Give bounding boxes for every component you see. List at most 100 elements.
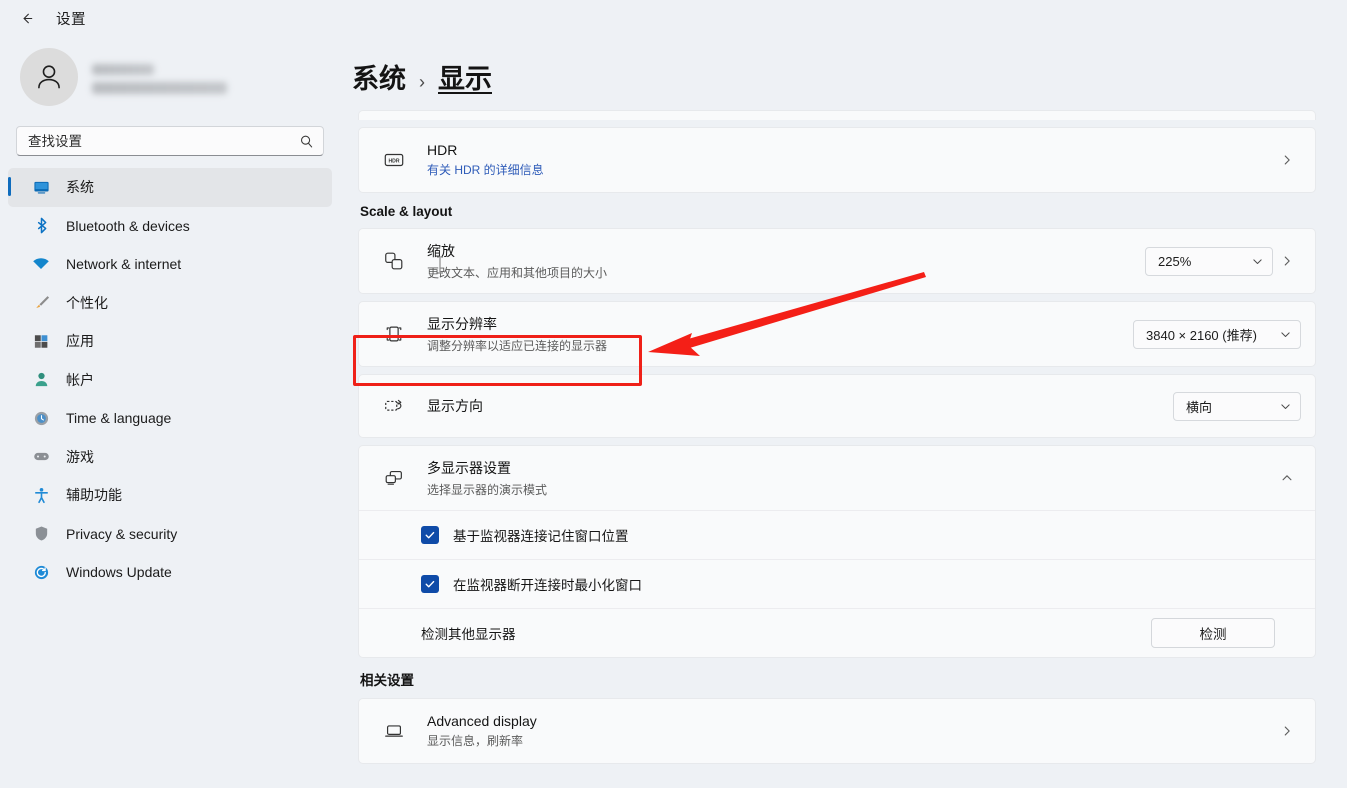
account-name [92, 64, 154, 75]
chevron-down-icon [1251, 255, 1264, 268]
scale-dropdown[interactable]: 225% [1145, 247, 1273, 276]
sidebar-item-label: 应用 [66, 331, 94, 351]
search-input[interactable] [28, 134, 299, 149]
settings-window: 设置 [0, 0, 1347, 788]
chevron-right-icon: › [419, 72, 425, 93]
svg-text:HDR: HDR [388, 158, 399, 164]
resolution-dropdown[interactable]: 3840 × 2160 (推荐) [1133, 320, 1301, 349]
multi-display-text: 多显示器设置 选择显示器的演示模式 [427, 458, 1273, 498]
multi-display-title: 多显示器设置 [427, 458, 1273, 478]
accessibility-icon [32, 486, 50, 504]
resolution-text: 显示分辨率 调整分辨率以适应已连接的显示器 [427, 314, 1133, 354]
chevron-up-icon[interactable] [1273, 471, 1301, 485]
brush-icon [32, 294, 50, 312]
advanced-display-row[interactable]: Advanced display 显示信息，刷新率 [359, 699, 1315, 763]
sidebar-item-time-language[interactable]: Time & language [8, 399, 332, 438]
sidebar-item-label: 帐户 [66, 370, 94, 390]
chevron-down-icon [1279, 400, 1292, 413]
hdr-card: HDR HDR 有关 HDR 的详细信息 [358, 127, 1316, 193]
resolution-subtitle: 调整分辨率以适应已连接的显示器 [427, 337, 1133, 354]
resolution-row[interactable]: 显示分辨率 调整分辨率以适应已连接的显示器 3840 × 2160 (推荐) [359, 302, 1315, 366]
multi-display-row[interactable]: 多显示器设置 选择显示器的演示模式 [359, 446, 1315, 510]
orientation-row[interactable]: 显示方向 横向 [359, 375, 1315, 437]
avatar [20, 48, 78, 106]
detect-other-displays-label: 检测其他显示器 [421, 623, 516, 643]
person-icon [32, 371, 50, 389]
minimize-windows-row[interactable]: 在监视器断开连接时最小化窗口 [359, 559, 1315, 608]
sidebar-nav: 系统 Bluetooth & devices Network & interne… [0, 166, 340, 592]
scale-subtitle: 更改文本、应用和其他项目的大小 [427, 264, 1145, 281]
partial-card-above [358, 110, 1316, 120]
breadcrumb-parent[interactable]: 系统 [352, 57, 406, 96]
sidebar-item-label: Privacy & security [66, 526, 177, 542]
account-email [92, 82, 227, 94]
hdr-title: HDR [427, 142, 1273, 158]
clock-icon [32, 409, 50, 427]
chevron-right-icon[interactable] [1273, 153, 1301, 167]
window-titlebar: 设置 [0, 0, 340, 36]
monitor-icon [32, 178, 50, 196]
resolution-dropdown-value: 3840 × 2160 (推荐) [1146, 325, 1257, 344]
scale-row[interactable]: 缩放 更改文本、应用和其他项目的大小 225% [359, 229, 1315, 293]
chevron-right-icon[interactable] [1273, 724, 1301, 738]
remember-window-locations-checkbox[interactable] [421, 526, 439, 544]
orientation-title: 显示方向 [427, 396, 1173, 416]
sidebar-item-system[interactable]: 系统 [8, 168, 332, 207]
sidebar-item-network-internet[interactable]: Network & internet [8, 245, 332, 284]
sidebar-item-windows-update[interactable]: Windows Update [8, 553, 332, 592]
account-text [92, 60, 227, 94]
sidebar-item-accounts[interactable]: 帐户 [8, 361, 332, 400]
page-title: 显示 [438, 57, 492, 96]
chevron-down-icon [1279, 328, 1292, 341]
back-button[interactable] [14, 5, 40, 31]
search-box[interactable] [16, 126, 324, 156]
orientation-dropdown[interactable]: 横向 [1173, 392, 1301, 421]
settings-scroll-area[interactable]: HDR HDR 有关 HDR 的详细信息 Scale & layout [340, 110, 1347, 788]
shield-icon [32, 525, 50, 543]
orientation-card: 显示方向 横向 [358, 374, 1316, 438]
sidebar-item-apps[interactable]: 应用 [8, 322, 332, 361]
scale-card: 缩放 更改文本、应用和其他项目的大小 225% [358, 228, 1316, 294]
apps-icon [32, 332, 50, 350]
advanced-display-text: Advanced display 显示信息，刷新率 [427, 713, 1273, 749]
minimize-windows-checkbox[interactable] [421, 575, 439, 593]
breadcrumb: 系统 › 显示 [340, 0, 1347, 96]
chevron-right-icon[interactable] [1273, 254, 1301, 268]
account-card[interactable] [0, 36, 340, 120]
advanced-display-card: Advanced display 显示信息，刷新率 [358, 698, 1316, 764]
advanced-display-title: Advanced display [427, 713, 1273, 729]
multi-display-icon [381, 467, 407, 489]
sidebar-item-accessibility[interactable]: 辅助功能 [8, 476, 332, 515]
resolution-icon [381, 323, 407, 345]
related-settings-section-label: 相关设置 [360, 669, 1347, 689]
orientation-icon [381, 395, 407, 417]
sidebar-item-personalization[interactable]: 个性化 [8, 284, 332, 323]
gamepad-icon [32, 448, 50, 466]
multi-display-card: 多显示器设置 选择显示器的演示模式 基于监视器连接记住窗口位置 [358, 445, 1316, 658]
detect-button[interactable]: 检测 [1151, 618, 1275, 648]
sidebar-item-label: 系统 [66, 177, 94, 197]
sidebar-item-label: Bluetooth & devices [66, 218, 190, 234]
scale-layout-section-label: Scale & layout [360, 204, 1347, 219]
resolution-title: 显示分辨率 [427, 314, 1133, 334]
sidebar-item-bluetooth-devices[interactable]: Bluetooth & devices [8, 207, 332, 246]
sidebar-item-privacy-security[interactable]: Privacy & security [8, 515, 332, 554]
minimize-windows-label: 在监视器断开连接时最小化窗口 [453, 574, 642, 594]
resolution-card: 显示分辨率 调整分辨率以适应已连接的显示器 3840 × 2160 (推荐) [358, 301, 1316, 367]
hdr-icon: HDR [381, 149, 407, 171]
sidebar-item-label: 辅助功能 [66, 485, 122, 505]
orientation-dropdown-value: 横向 [1186, 397, 1212, 416]
scale-text: 缩放 更改文本、应用和其他项目的大小 [427, 241, 1145, 281]
hdr-subtitle-link[interactable]: 有关 HDR 的详细信息 [427, 161, 1273, 178]
bluetooth-icon [32, 217, 50, 235]
scale-dropdown-value: 225% [1158, 254, 1191, 269]
remember-window-locations-row[interactable]: 基于监视器连接记住窗口位置 [359, 510, 1315, 559]
sidebar-item-label: Time & language [66, 410, 171, 426]
hdr-row[interactable]: HDR HDR 有关 HDR 的详细信息 [359, 128, 1315, 192]
sidebar-item-gaming[interactable]: 游戏 [8, 438, 332, 477]
update-icon [32, 563, 50, 581]
main-content: 系统 › 显示 HDR HDR 有关 HDR 的详细 [340, 0, 1347, 788]
person-avatar-icon [32, 60, 66, 94]
sidebar-item-label: 个性化 [66, 293, 108, 313]
sidebar: 设置 [0, 0, 340, 788]
